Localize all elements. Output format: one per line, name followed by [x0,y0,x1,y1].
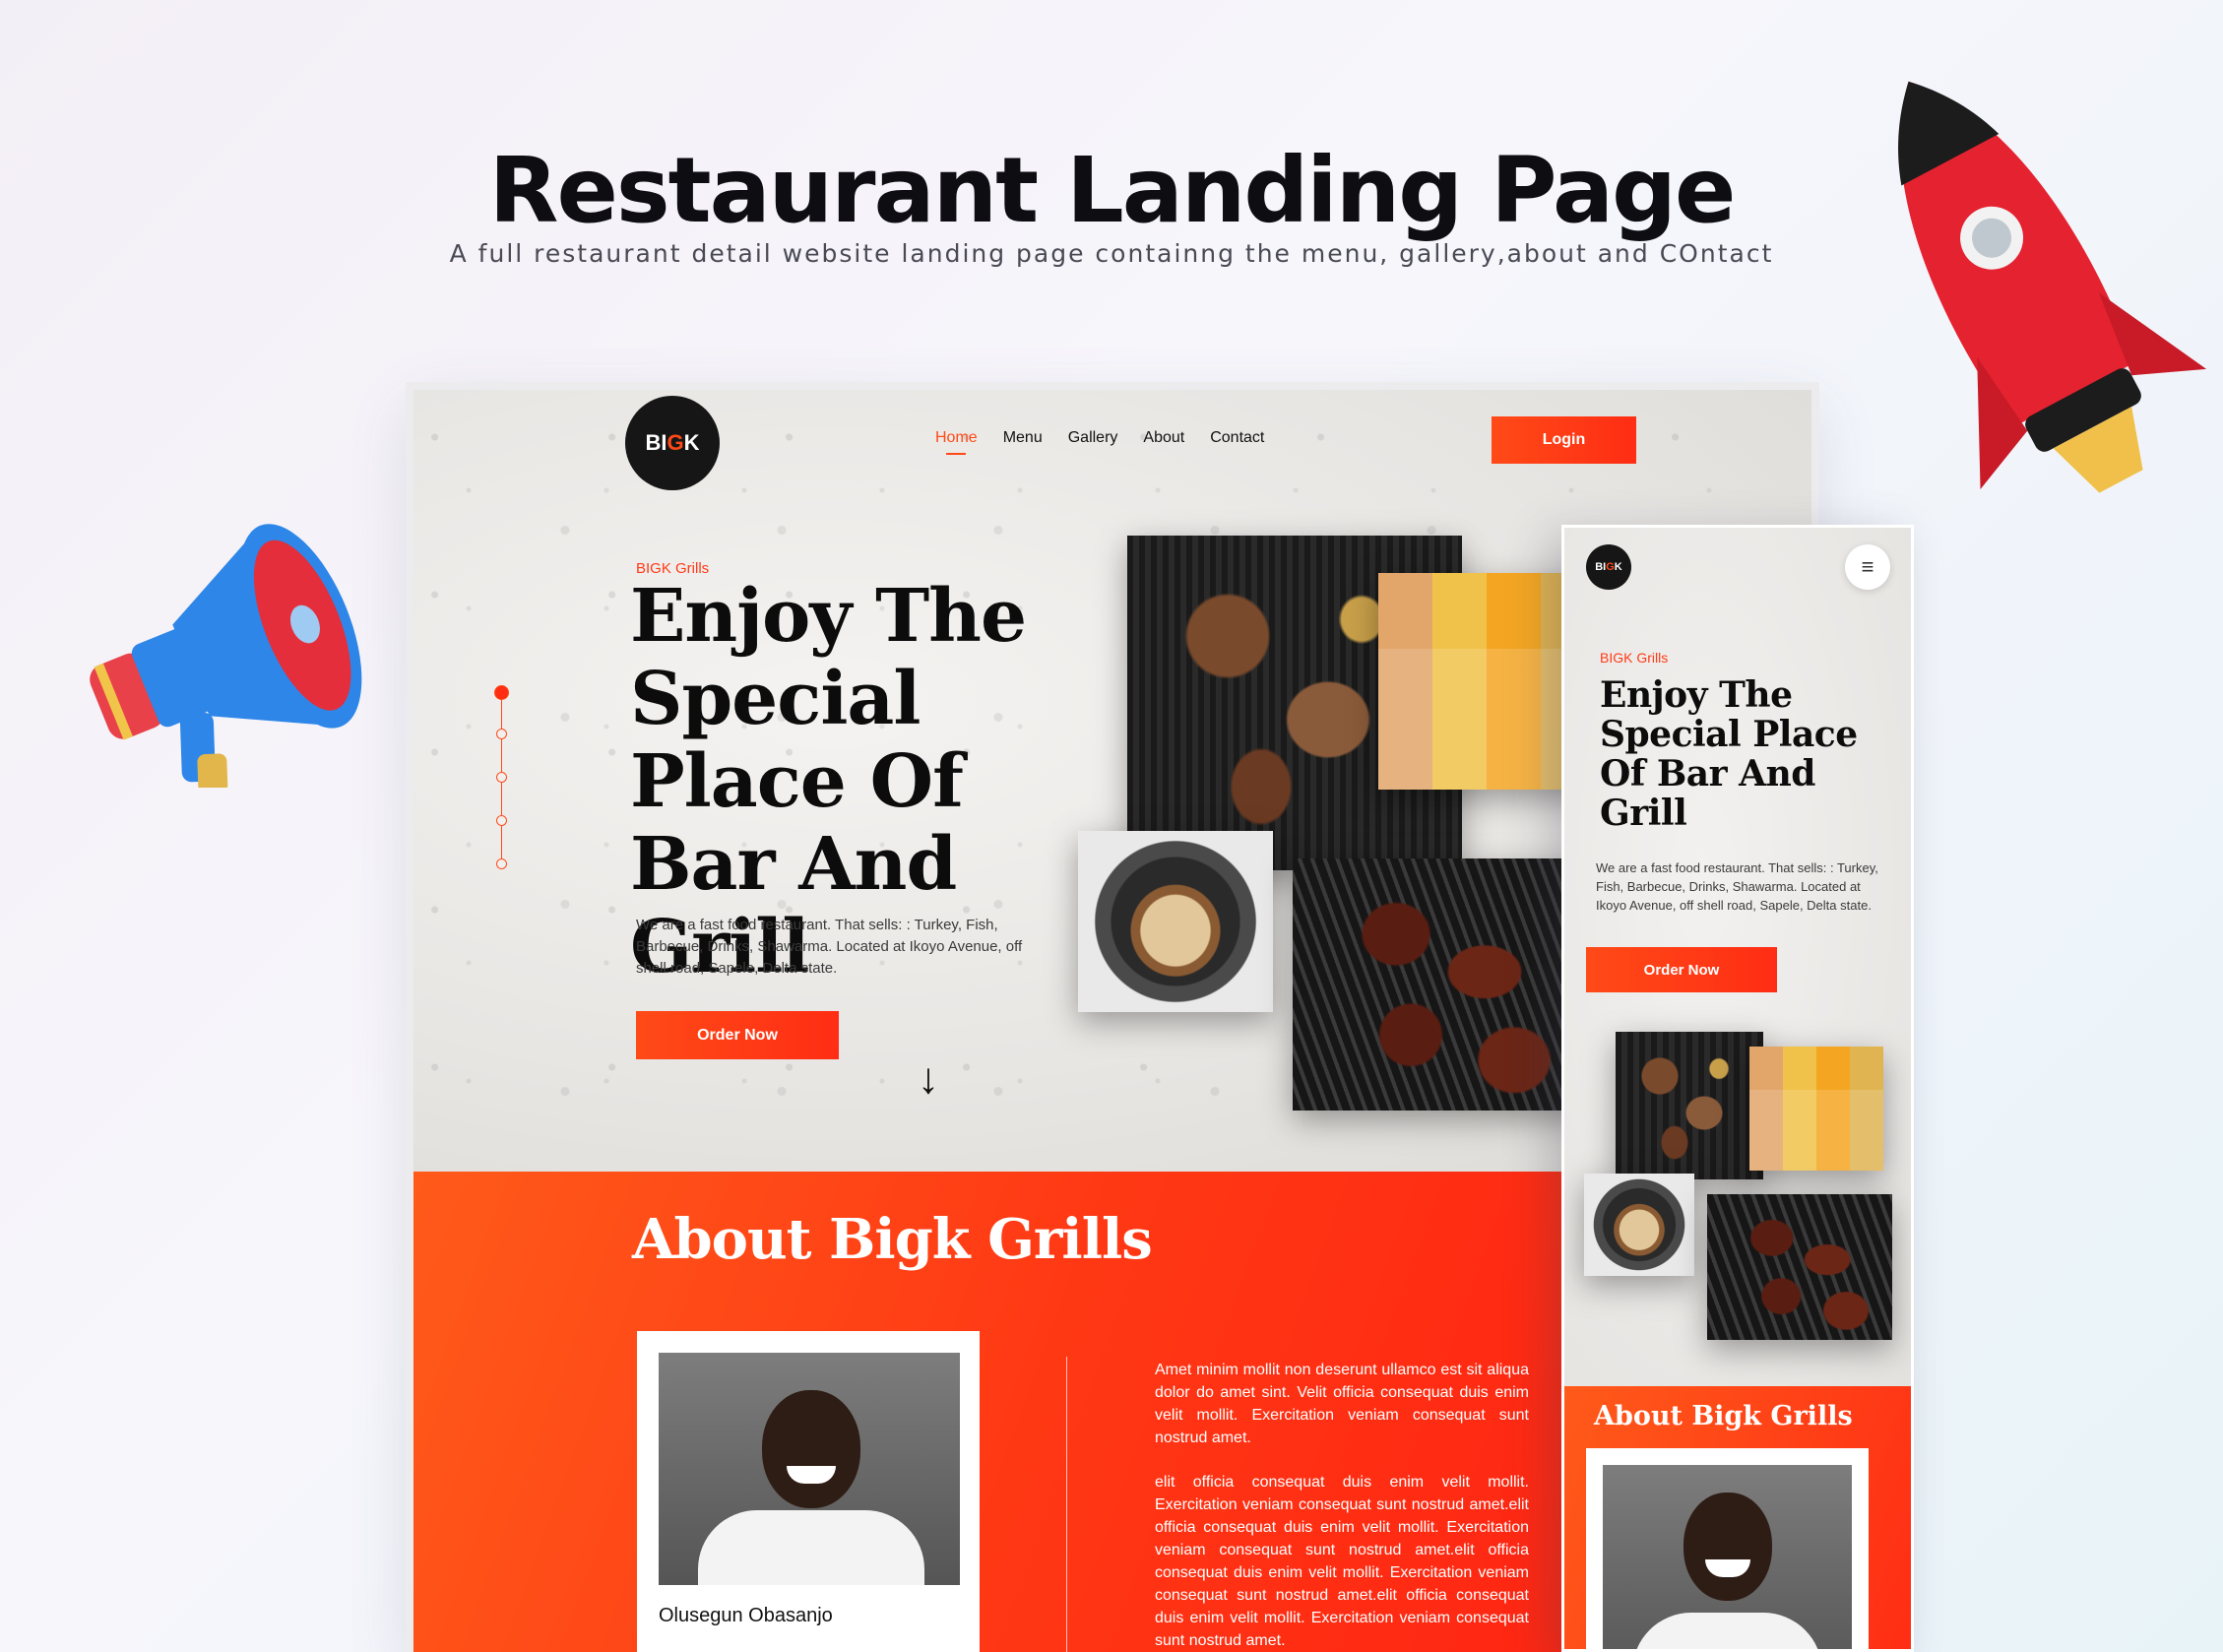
brand-logo[interactable]: BI G K [625,396,720,490]
nav-about[interactable]: About [1143,429,1184,455]
scroll-down-icon[interactable]: ↓ [918,1054,939,1104]
nav-contact[interactable]: Contact [1210,429,1264,455]
order-now-button[interactable]: Order Now [636,1011,839,1059]
chef-card: Olusegun Obasanjo [637,1331,980,1652]
hero-description: We are a fast food restaurant. That sell… [636,917,1023,977]
mobile-drinks-photo [1749,1047,1883,1171]
mobile-about-title: About Bigk Grills [1594,1401,1853,1431]
mobile-shawarma-photo [1584,1174,1694,1276]
main-nav: Home Menu Gallery About Contact [935,429,1264,455]
hamburger-menu-icon[interactable]: ≡ [1845,544,1890,590]
mobile-hero-description: We are a fast food restaurant. That sell… [1596,860,1878,913]
nav-gallery[interactable]: Gallery [1068,429,1118,455]
about-paragraph: Amet minim mollit non deserunt ullamco e… [1155,1362,1529,1446]
mobile-mockup: BI G K ≡ BIGK Grills Enjoy The Special Pla… [1561,525,1914,1652]
mobile-about-section: About Bigk Grills [1564,1386,1911,1649]
slide-dot-active[interactable] [494,685,509,700]
slide-dot[interactable] [496,772,507,783]
mobile-eyebrow: BIGK Grills [1600,650,1669,666]
nav-home[interactable]: Home [935,429,978,455]
megaphone-icon [90,524,362,788]
mobile-logo[interactable]: BI G K [1586,544,1631,590]
login-button[interactable]: Login [1492,416,1636,464]
chef-name: Olusegun Obasanjo [659,1605,833,1626]
slide-dot[interactable] [496,729,507,739]
mobile-hero: BI G K ≡ BIGK Grills Enjoy The Special Pla… [1564,528,1911,1389]
chef-photo [659,1353,960,1585]
mobile-chef-photo [1603,1465,1852,1649]
turkey-photo [1293,858,1588,1111]
slide-dot[interactable] [496,815,507,826]
mobile-turkey-photo [1707,1194,1892,1340]
about-text: Amet minim mollit non deserunt ullamco e… [1155,1359,1529,1652]
nav-menu[interactable]: Menu [1003,429,1043,455]
mobile-hero-title: Enjoy The Special Place Of Bar And Grill [1600,674,1858,834]
about-title: About Bigk Grills [632,1207,1153,1272]
shawarma-photo [1078,831,1273,1012]
mobile-grill-photo [1616,1032,1763,1179]
about-paragraph: elit officia consequat duis enim velit m… [1155,1474,1529,1649]
about-divider [1066,1357,1067,1652]
mobile-chef-card [1586,1448,1869,1649]
slide-dot[interactable] [496,858,507,869]
mobile-order-now-button[interactable]: Order Now [1586,947,1777,992]
slide-indicator [492,685,512,872]
